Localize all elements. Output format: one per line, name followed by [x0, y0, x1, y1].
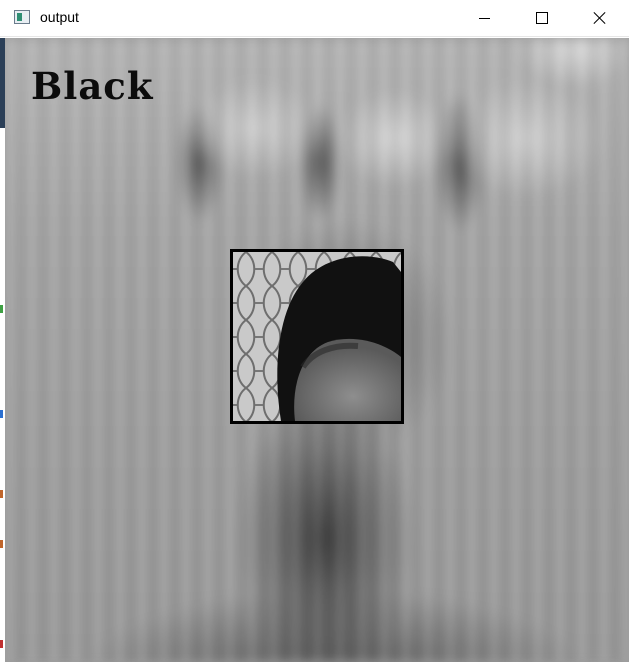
minimize-icon [478, 17, 490, 19]
app-window: output Black [0, 0, 629, 667]
maximize-button[interactable] [513, 0, 571, 36]
background-marker [0, 410, 3, 418]
minimize-button[interactable] [455, 0, 513, 36]
opencv-window-icon [14, 10, 30, 24]
background-marker [0, 305, 3, 313]
overlay-label: Black [31, 64, 154, 108]
background-marker [0, 640, 3, 648]
close-button[interactable] [571, 0, 629, 36]
maximize-icon [536, 12, 548, 24]
background-marker [0, 540, 3, 548]
close-icon [593, 11, 607, 25]
face-crop-image [233, 252, 401, 421]
background-marker [0, 490, 3, 498]
video-frame: Black [5, 38, 629, 662]
face-detection-box [230, 249, 404, 424]
window-title: output [40, 9, 79, 25]
title-bar[interactable]: output [0, 0, 629, 37]
